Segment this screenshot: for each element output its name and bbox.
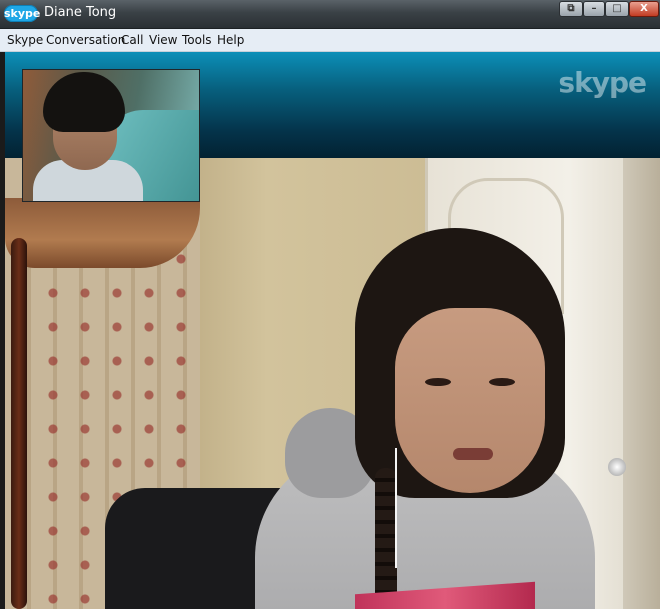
menu-tools[interactable]: Tools: [182, 33, 212, 47]
remote-participant: [235, 228, 615, 609]
menu-bar: Skype Conversation Call View Tools Help: [0, 29, 660, 52]
video-call-area: skype: [5, 52, 660, 609]
self-view-video[interactable]: [22, 69, 200, 202]
maximize-icon: □: [612, 3, 622, 14]
title-bar: skype Diane Tong ⧉ – □ X: [0, 0, 660, 29]
minimize-icon: –: [591, 3, 597, 14]
menu-call[interactable]: Call: [121, 33, 143, 47]
bedpost: [11, 238, 27, 609]
remote-video-feed[interactable]: [5, 158, 660, 609]
minimize-button[interactable]: –: [583, 1, 605, 17]
participant-eye-left: [425, 378, 451, 386]
restore-button[interactable]: ⧉: [559, 1, 583, 17]
curtain-valance: [5, 198, 200, 268]
menu-conversation[interactable]: Conversation: [46, 33, 125, 47]
skype-logo-icon: skype: [4, 5, 41, 22]
restore-icon: ⧉: [567, 3, 575, 14]
participant-eye-right: [489, 378, 515, 386]
window-title: Diane Tong: [44, 5, 117, 20]
skype-watermark: skype: [558, 66, 647, 99]
door-frame: [623, 158, 660, 609]
close-icon: X: [640, 3, 648, 14]
earbud-cable: [395, 448, 397, 568]
participant-face: [395, 308, 545, 493]
participant-mouth: [453, 448, 493, 460]
menu-skype[interactable]: Skype: [7, 33, 43, 47]
menu-view[interactable]: View: [149, 33, 177, 47]
participant-braid: [375, 468, 397, 609]
menu-help[interactable]: Help: [217, 33, 244, 47]
close-button[interactable]: X: [629, 1, 659, 17]
maximize-button[interactable]: □: [605, 1, 629, 17]
